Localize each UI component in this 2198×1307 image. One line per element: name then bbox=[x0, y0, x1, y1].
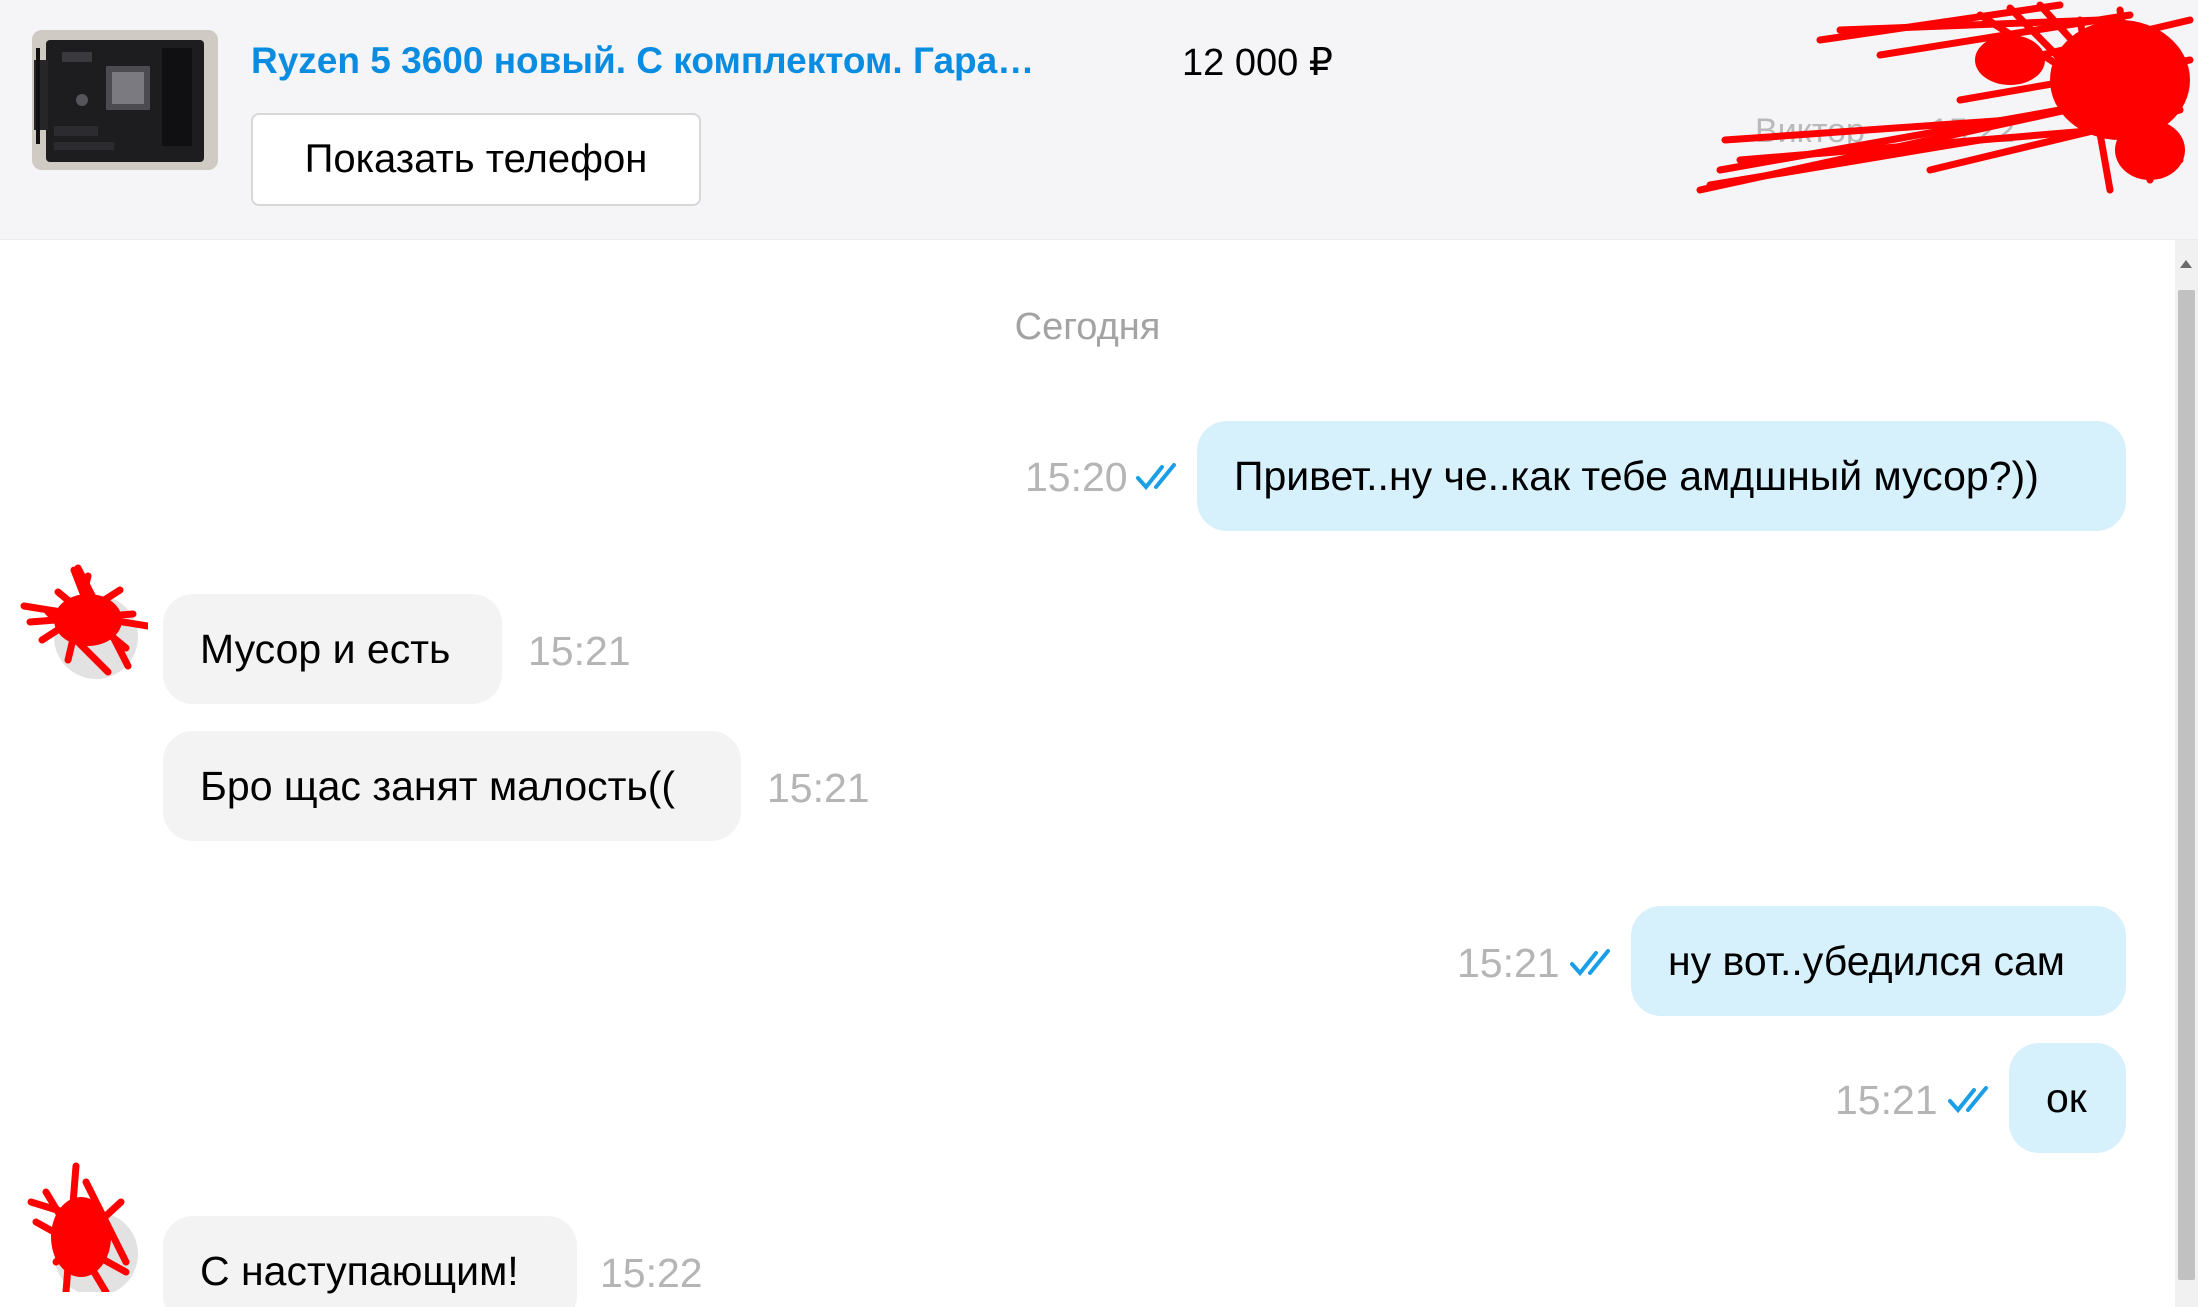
double-check-icon bbox=[1570, 949, 1610, 977]
listing-header: Ryzen 5 3600 новый. С комплектом. Гара… … bbox=[0, 0, 2198, 240]
message-time: 15:21 bbox=[528, 628, 631, 674]
message-time: 15:21 bbox=[1457, 940, 1560, 986]
listing-thumbnail[interactable] bbox=[32, 30, 218, 170]
double-check-icon bbox=[1136, 463, 1176, 491]
message-time: 15:20 bbox=[1025, 454, 1128, 500]
chat-page: Ryzen 5 3600 новый. С комплектом. Гара… … bbox=[0, 0, 2198, 1307]
message-bubble-incoming[interactable]: Мусор и есть bbox=[163, 594, 502, 704]
show-phone-button[interactable]: Показать телефон bbox=[251, 113, 701, 206]
date-separator: Сегодня bbox=[1014, 306, 1161, 348]
message-time: 15:22 bbox=[600, 1250, 703, 1296]
listing-title-link[interactable]: Ryzen 5 3600 новый. С комплектом. Гара… bbox=[251, 40, 1034, 82]
avatar bbox=[27, 1162, 138, 1292]
redaction-scribble bbox=[1696, 1, 2194, 194]
chat-scrollbar[interactable] bbox=[2175, 240, 2198, 1307]
message-bubble-incoming[interactable]: Бро щас занят малость(( bbox=[163, 731, 741, 841]
message-bubble-outgoing[interactable]: Привет..ну че..как тебе амдшный мусор?)) bbox=[1197, 421, 2126, 531]
message-list: Сегодня 15:20 Привет..ну че..как тебе ам… bbox=[0, 240, 2175, 1307]
listing-price: 12 000 ₽ bbox=[1182, 42, 1333, 84]
scrollbar-thumb[interactable] bbox=[2178, 290, 2195, 1280]
message-time: 15:21 bbox=[1835, 1077, 1938, 1123]
message-bubble-outgoing[interactable]: ну вот..убедился сам bbox=[1631, 906, 2126, 1016]
chevron-up-icon[interactable] bbox=[2180, 260, 2192, 268]
message-bubble-incoming[interactable]: С наступающим! bbox=[163, 1216, 577, 1307]
message-bubble-outgoing[interactable]: ок bbox=[2009, 1043, 2126, 1153]
double-check-icon bbox=[1948, 1086, 1988, 1114]
message-time: 15:21 bbox=[767, 765, 870, 811]
avatar bbox=[20, 564, 148, 679]
